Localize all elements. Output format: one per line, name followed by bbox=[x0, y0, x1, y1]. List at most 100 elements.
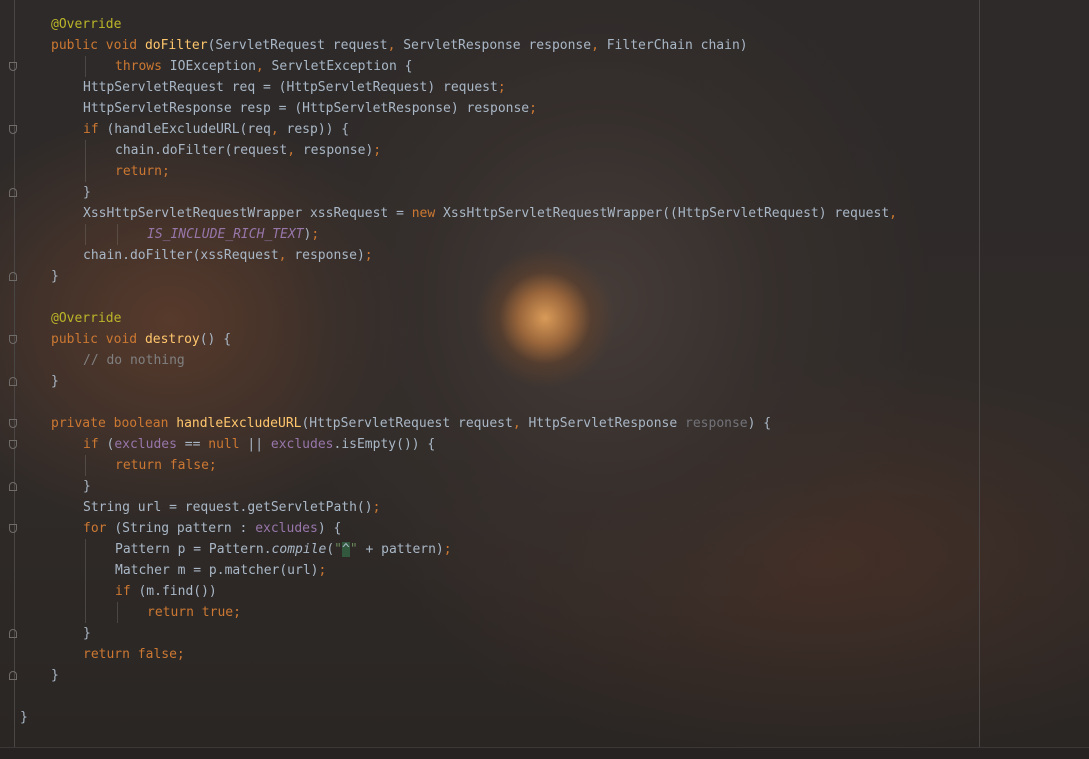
code-token: chain.doFilter(request bbox=[115, 143, 288, 158]
code-token: handleExcludeURL bbox=[176, 416, 302, 431]
code-line[interactable] bbox=[0, 392, 978, 413]
code-token: , bbox=[889, 206, 897, 221]
code-token: return true; bbox=[147, 605, 241, 620]
code-token: HttpServletRequest req = (HttpServletReq… bbox=[83, 80, 498, 95]
code-token: , bbox=[255, 59, 272, 74]
fold-end-icon[interactable] bbox=[9, 629, 17, 638]
indent-guide bbox=[117, 602, 118, 623]
code-line[interactable]: IS_INCLUDE_RICH_TEXT); bbox=[0, 224, 978, 245]
fold-end-icon[interactable] bbox=[9, 671, 17, 680]
code-token: response bbox=[685, 416, 748, 431]
code-token: (HttpServletRequest request bbox=[301, 416, 513, 431]
code-token: throws bbox=[115, 59, 170, 74]
code-token: } bbox=[51, 269, 59, 284]
code-token: @Override bbox=[51, 311, 122, 326]
fold-collapse-icon[interactable] bbox=[9, 125, 17, 134]
code-text: } bbox=[51, 266, 59, 287]
code-line[interactable]: if (excludes == null || excludes.isEmpty… bbox=[0, 434, 978, 455]
code-line[interactable]: } bbox=[0, 707, 978, 728]
fold-collapse-icon[interactable] bbox=[9, 524, 17, 533]
code-token: ; bbox=[443, 542, 452, 557]
code-line[interactable]: } bbox=[0, 182, 978, 203]
code-line[interactable]: return false; bbox=[0, 644, 978, 665]
code-token: ; bbox=[529, 101, 537, 116]
code-line[interactable]: if (m.find()) bbox=[0, 581, 978, 602]
code-text: // do nothing bbox=[83, 350, 185, 371]
code-line[interactable]: String url = request.getServletPath(); bbox=[0, 497, 978, 518]
code-token: } bbox=[83, 479, 91, 494]
code-token: excludes bbox=[255, 521, 318, 536]
code-line[interactable]: } bbox=[0, 665, 978, 686]
code-text: if (handleExcludeURL(req, resp)) { bbox=[83, 119, 349, 140]
code-token: resp)) { bbox=[286, 122, 350, 137]
code-token: void bbox=[105, 332, 145, 347]
code-line[interactable]: } bbox=[0, 476, 978, 497]
code-line[interactable]: } bbox=[0, 371, 978, 392]
code-token: for bbox=[83, 521, 115, 536]
code-line[interactable] bbox=[0, 287, 978, 308]
code-token: (handleExcludeURL(req bbox=[106, 122, 271, 137]
code-token: boolean bbox=[113, 416, 177, 431]
code-line[interactable]: Pattern p = Pattern.compile("^" + patter… bbox=[0, 539, 978, 560]
code-text: if (m.find()) bbox=[115, 581, 217, 602]
code-line[interactable]: throws IOException, ServletException { bbox=[0, 56, 978, 77]
code-line[interactable] bbox=[0, 686, 978, 707]
code-editor[interactable]: @Override public void doFilter(ServletReq… bbox=[0, 0, 1089, 759]
fold-collapse-icon[interactable] bbox=[9, 62, 17, 71]
code-line[interactable]: return true; bbox=[0, 602, 978, 623]
code-line[interactable]: @Override bbox=[0, 14, 978, 35]
code-line[interactable]: HttpServletResponse resp = (HttpServletR… bbox=[0, 98, 978, 119]
indent-guide bbox=[85, 581, 86, 602]
code-token: (m.find()) bbox=[138, 584, 217, 599]
code-token: " bbox=[334, 542, 342, 557]
code-text: HttpServletRequest req = (HttpServletReq… bbox=[83, 77, 506, 98]
code-line[interactable]: HttpServletRequest req = (HttpServletReq… bbox=[0, 77, 978, 98]
code-token: IOException bbox=[169, 59, 256, 74]
code-token: return false; bbox=[115, 458, 217, 473]
code-line[interactable]: // do nothing bbox=[0, 350, 978, 371]
code-line[interactable]: if (handleExcludeURL(req, resp)) { bbox=[0, 119, 978, 140]
code-token: } bbox=[83, 185, 91, 200]
code-text: for (String pattern : excludes) { bbox=[83, 518, 341, 539]
code-line[interactable]: return; bbox=[0, 161, 978, 182]
code-text: } bbox=[20, 707, 28, 728]
code-line[interactable]: for (String pattern : excludes) { bbox=[0, 518, 978, 539]
code-line[interactable]: @Override bbox=[0, 308, 978, 329]
code-line[interactable]: public void destroy() { bbox=[0, 329, 978, 350]
fold-end-icon[interactable] bbox=[9, 377, 17, 386]
fold-collapse-icon[interactable] bbox=[9, 335, 17, 344]
code-token: IS_INCLUDE_RICH_TEXT bbox=[147, 227, 304, 242]
code-line[interactable]: Matcher m = p.matcher(url); bbox=[0, 560, 978, 581]
code-line[interactable]: chain.doFilter(request, response); bbox=[0, 140, 978, 161]
code-line[interactable]: public void doFilter(ServletRequest requ… bbox=[0, 35, 978, 56]
code-token: ServletException { bbox=[271, 59, 413, 74]
code-token: return; bbox=[115, 164, 170, 179]
fold-end-icon[interactable] bbox=[9, 188, 17, 197]
code-line[interactable]: chain.doFilter(xssRequest, response); bbox=[0, 245, 978, 266]
fold-end-icon[interactable] bbox=[9, 482, 17, 491]
code-token: , bbox=[287, 143, 303, 158]
indent-guide bbox=[85, 56, 86, 77]
code-token: public bbox=[51, 38, 106, 53]
code-token: String url = request.getServletPath() bbox=[83, 500, 373, 515]
code-line[interactable]: } bbox=[0, 266, 978, 287]
code-area[interactable]: @Override public void doFilter(ServletReq… bbox=[0, 14, 978, 728]
code-text: String url = request.getServletPath(); bbox=[83, 497, 380, 518]
indent-guide bbox=[85, 539, 86, 560]
code-token: @Override bbox=[51, 17, 122, 32]
fold-collapse-icon[interactable] bbox=[9, 419, 17, 428]
horizontal-scrollbar[interactable] bbox=[0, 747, 1089, 759]
code-line[interactable]: } bbox=[0, 623, 978, 644]
code-line[interactable]: return false; bbox=[0, 455, 978, 476]
fold-collapse-icon[interactable] bbox=[9, 440, 17, 449]
code-token: new bbox=[411, 206, 444, 221]
fold-end-icon[interactable] bbox=[9, 272, 17, 281]
indent-guide bbox=[85, 602, 86, 623]
code-token: XssHttpServletRequestWrapper((HttpServle… bbox=[443, 206, 890, 221]
code-token: } bbox=[51, 668, 59, 683]
code-text: XssHttpServletRequestWrapper xssRequest … bbox=[83, 203, 897, 224]
code-line[interactable]: private boolean handleExcludeURL(HttpSer… bbox=[0, 413, 978, 434]
indent-guide bbox=[85, 455, 86, 476]
code-text: chain.doFilter(xssRequest, response); bbox=[83, 245, 373, 266]
code-line[interactable]: XssHttpServletRequestWrapper xssRequest … bbox=[0, 203, 978, 224]
